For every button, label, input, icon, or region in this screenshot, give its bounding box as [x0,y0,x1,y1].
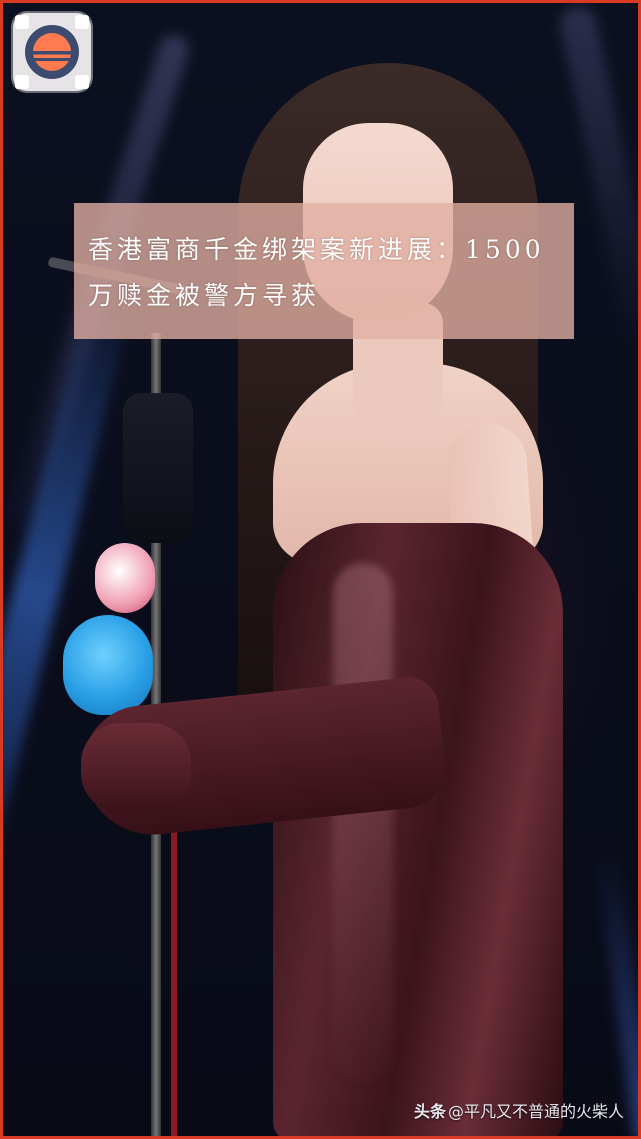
stage-light-beam [593,842,638,1136]
leather-dress [273,523,563,1136]
headline-banner: 香港富商千金绑架案新进展：1500万赎金被警方寻获 [74,203,574,339]
dress-highlight [333,563,393,1083]
icon-corner [75,75,89,89]
icon-corner [15,75,29,89]
headline-text: 香港富商千金绑架案新进展：1500万赎金被警方寻获 [88,235,545,310]
blue-plush-toy-icon [63,615,153,715]
mic-stand-clamp [123,393,193,543]
lion-dance-plush-icon [95,543,155,613]
photo-frame: 香港富商千金绑架案新进展：1500万赎金被警方寻获 头条 @平凡又不普通的火柴人 [0,0,641,1139]
watermark-handle: @平凡又不普通的火柴人 [447,1102,624,1121]
source-watermark: 头条 @平凡又不普通的火柴人 [414,1098,624,1122]
watermark-brand: 头条 [413,1102,446,1121]
sunset-icon [33,33,71,71]
icon-corner [75,15,89,29]
mic-cable [171,803,177,1136]
gloved-hand [81,723,191,813]
sunset-app-icon[interactable] [13,13,91,91]
icon-corner [15,15,29,29]
